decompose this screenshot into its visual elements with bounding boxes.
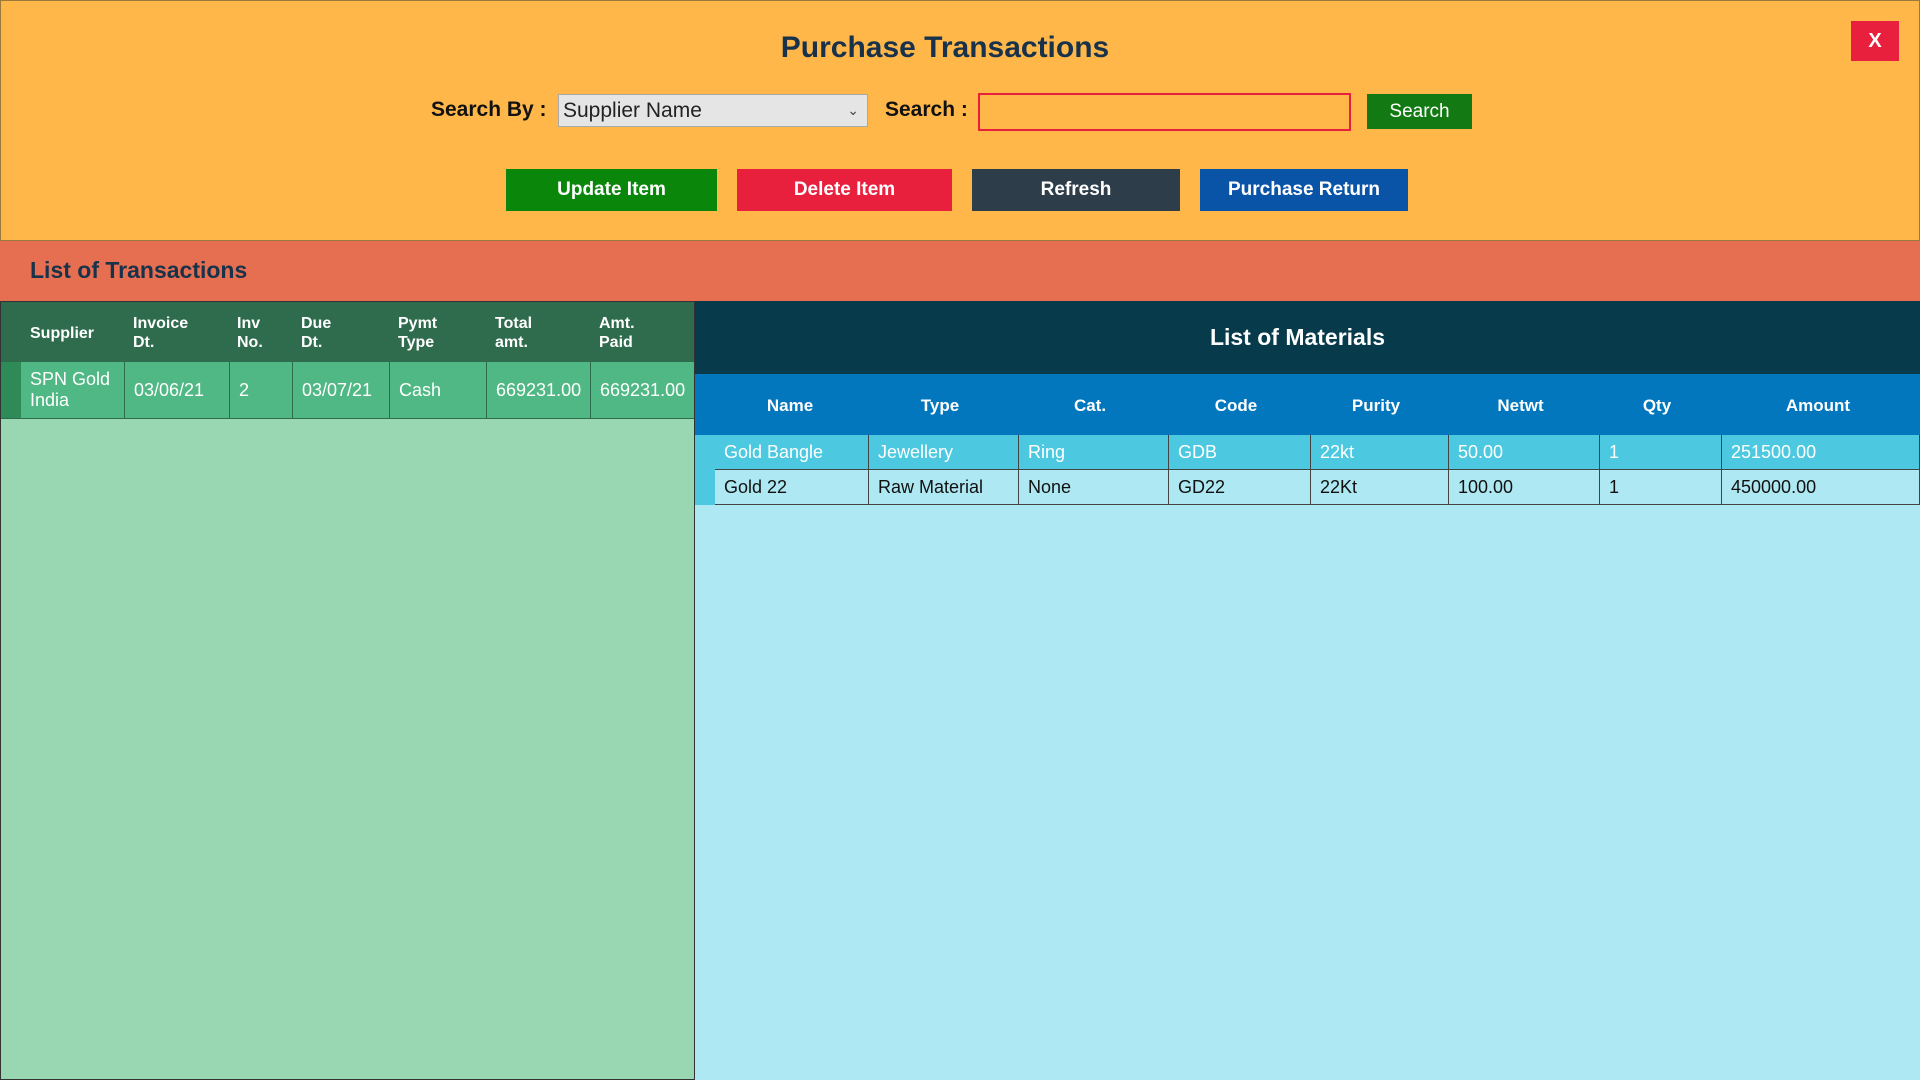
col-header-purity[interactable]: Purity — [1307, 396, 1445, 416]
cell-amount[interactable]: 251500.00 — [1722, 435, 1920, 470]
cell-name[interactable]: Gold 22 — [715, 470, 869, 505]
row-selector[interactable] — [1, 362, 21, 418]
table-row[interactable]: SPN Gold India 03/06/21 2 03/07/21 Cash … — [1, 362, 694, 419]
col-header-type[interactable]: Type — [865, 396, 1015, 416]
col-header-cat[interactable]: Cat. — [1015, 396, 1165, 416]
transactions-grid[interactable]: Supplier Invoice Dt. Inv No. Due Dt. Pym… — [0, 301, 695, 1080]
col-header-invoice-dt[interactable]: Invoice Dt. — [133, 314, 203, 352]
search-label: Search : — [885, 98, 968, 121]
col-header-supplier[interactable]: Supplier — [30, 324, 94, 343]
table-row[interactable]: Gold Bangle Jewellery Ring GDB 22kt 50.0… — [695, 435, 1920, 470]
col-header-inv-no[interactable]: Inv No. — [237, 314, 277, 352]
cell-code[interactable]: GDB — [1169, 435, 1311, 470]
col-header-amt-paid[interactable]: Amt. Paid — [599, 314, 649, 352]
cell-netwt[interactable]: 50.00 — [1449, 435, 1600, 470]
transactions-section-bar: List of Transactions — [0, 241, 1920, 301]
col-header-code[interactable]: Code — [1165, 396, 1307, 416]
search-button[interactable]: Search — [1367, 94, 1472, 129]
cell-type[interactable]: Raw Material — [869, 470, 1019, 505]
col-header-pymt-type[interactable]: Pymt Type — [398, 314, 448, 352]
cell-purity[interactable]: 22kt — [1311, 435, 1449, 470]
transactions-section-title: List of Transactions — [30, 257, 248, 283]
cell-supplier[interactable]: SPN Gold India — [21, 362, 125, 418]
cell-cat[interactable]: Ring — [1019, 435, 1169, 470]
materials-header: Name Type Cat. Code Purity Netwt Qty Amo… — [695, 374, 1920, 435]
close-button[interactable]: X — [1851, 21, 1899, 61]
cell-code[interactable]: GD22 — [1169, 470, 1311, 505]
cell-qty[interactable]: 1 — [1600, 435, 1722, 470]
cell-total-amt[interactable]: 669231.00 — [487, 362, 591, 418]
cell-type[interactable]: Jewellery — [869, 435, 1019, 470]
page-title: Purchase Transactions — [780, 31, 1110, 64]
search-by-value: Supplier Name — [563, 98, 702, 122]
update-item-button[interactable]: Update Item — [506, 169, 717, 211]
col-header-name[interactable]: Name — [715, 396, 865, 416]
cell-cat[interactable]: None — [1019, 470, 1169, 505]
search-by-label: Search By : — [431, 98, 547, 121]
search-by-select[interactable]: Supplier Name ⌄ — [558, 94, 868, 127]
cell-amt-paid[interactable]: 669231.00 — [591, 362, 694, 418]
row-selector[interactable] — [695, 435, 715, 470]
cell-name[interactable]: Gold Bangle — [715, 435, 869, 470]
col-header-due-dt[interactable]: Due Dt. — [301, 314, 341, 352]
delete-item-button[interactable]: Delete Item — [737, 169, 952, 211]
transactions-header: Supplier Invoice Dt. Inv No. Due Dt. Pym… — [1, 302, 694, 362]
materials-title: List of Materials — [695, 301, 1920, 374]
materials-grid[interactable]: List of Materials Name Type Cat. Code Pu… — [695, 301, 1920, 1080]
cell-due-dt[interactable]: 03/07/21 — [293, 362, 390, 418]
cell-purity[interactable]: 22Kt — [1311, 470, 1449, 505]
row-selector[interactable] — [695, 470, 715, 505]
refresh-button[interactable]: Refresh — [972, 169, 1180, 211]
cell-pymt-type[interactable]: Cash — [390, 362, 487, 418]
cell-netwt[interactable]: 100.00 — [1449, 470, 1600, 505]
cell-inv-no[interactable]: 2 — [230, 362, 293, 418]
purchase-return-button[interactable]: Purchase Return — [1200, 169, 1408, 211]
col-header-total-amt[interactable]: Total amt. — [495, 314, 545, 352]
header-panel: Purchase Transactions X Search By : Supp… — [0, 0, 1920, 241]
search-input[interactable] — [978, 93, 1351, 131]
chevron-down-icon: ⌄ — [847, 102, 859, 118]
cell-qty[interactable]: 1 — [1600, 470, 1722, 505]
col-header-netwt[interactable]: Netwt — [1445, 396, 1596, 416]
table-row[interactable]: Gold 22 Raw Material None GD22 22Kt 100.… — [695, 470, 1920, 505]
cell-invoice-dt[interactable]: 03/06/21 — [125, 362, 230, 418]
cell-amount[interactable]: 450000.00 — [1722, 470, 1920, 505]
col-header-amount[interactable]: Amount — [1718, 396, 1918, 416]
col-header-qty[interactable]: Qty — [1596, 396, 1718, 416]
